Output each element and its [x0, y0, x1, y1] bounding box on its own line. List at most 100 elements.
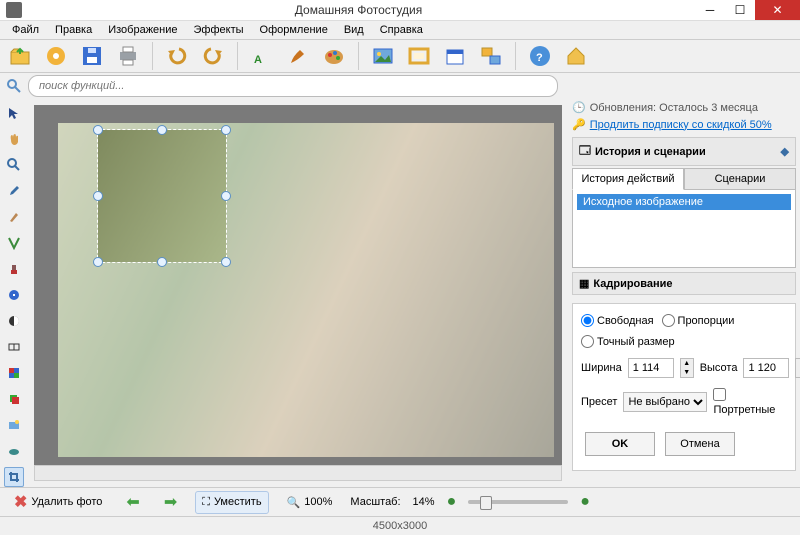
crop-handle-br[interactable] — [221, 257, 231, 267]
scale-value: 14% — [413, 496, 435, 508]
help-icon[interactable]: ? — [524, 40, 556, 72]
pencil-tool-icon[interactable] — [4, 233, 24, 253]
height-label: Высота — [700, 362, 738, 374]
canvas[interactable] — [34, 105, 562, 465]
crop-handle-bl[interactable] — [93, 257, 103, 267]
save-icon[interactable] — [76, 40, 108, 72]
redo-icon[interactable] — [197, 40, 229, 72]
zoom-out-button[interactable]: ● — [447, 493, 457, 511]
gradient-tool-icon[interactable] — [4, 311, 24, 331]
shape-tool-icon[interactable] — [4, 285, 24, 305]
delete-photo-button[interactable]: ✖ Удалить фото — [8, 488, 108, 516]
height-spinner[interactable]: ▲▼ — [795, 358, 800, 378]
eraser-tool-icon[interactable] — [4, 441, 24, 461]
height-input[interactable] — [743, 358, 789, 378]
tool-sidebar — [0, 99, 28, 487]
mode-proportions[interactable]: Пропорции — [662, 314, 735, 327]
menu-design[interactable]: Оформление — [252, 21, 336, 39]
tab-scenarios[interactable]: Сценарии — [684, 168, 796, 190]
width-spinner[interactable]: ▲▼ — [680, 358, 694, 378]
preset-select[interactable]: Не выбрано — [623, 392, 707, 412]
image-icon[interactable] — [367, 40, 399, 72]
main-toolbar: A ? — [0, 39, 800, 73]
crop-mode-radios: Свободная Пропорции Точный размер — [581, 314, 787, 348]
crop-tool-icon[interactable] — [4, 467, 24, 487]
key-icon: 🔑 — [572, 118, 586, 131]
cancel-button[interactable]: Отмена — [665, 432, 735, 456]
extend-link[interactable]: Продлить подписку со скидкой 50% — [590, 119, 772, 131]
brush-tool-icon[interactable] — [4, 207, 24, 227]
portrait-checkbox[interactable]: Портретные — [713, 388, 787, 416]
menu-image[interactable]: Изображение — [100, 21, 185, 39]
switch-icon[interactable] — [475, 40, 507, 72]
svg-text:A: A — [254, 54, 262, 66]
curves-tool-icon[interactable] — [4, 363, 24, 383]
crop-selection[interactable] — [97, 129, 227, 263]
zoom-tool-icon[interactable] — [4, 155, 24, 175]
crop-handle-mr[interactable] — [221, 191, 231, 201]
menu-effects[interactable]: Эффекты — [186, 21, 252, 39]
history-icon: 🗔 — [579, 142, 591, 161]
title-bar: Домашняя Фотостудия ─ ☐ ✕ — [0, 0, 800, 21]
levels-tool-icon[interactable] — [4, 337, 24, 357]
minimize-button[interactable]: ─ — [695, 0, 725, 20]
arrow-left-icon: ⬅ — [126, 492, 139, 512]
history-item[interactable]: Исходное изображение — [577, 194, 791, 210]
width-label: Ширина — [581, 362, 622, 374]
prev-button[interactable]: ⬅ — [120, 488, 145, 516]
mode-exact[interactable]: Точный размер — [581, 335, 675, 348]
zoom100-button[interactable]: 🔍 100% — [281, 492, 339, 513]
search-row — [0, 73, 800, 99]
menu-file[interactable]: Файл — [4, 21, 47, 39]
close-button[interactable]: ✕ — [755, 0, 800, 20]
frame-icon[interactable] — [403, 40, 435, 72]
menu-edit[interactable]: Правка — [47, 21, 100, 39]
crop-handle-tm[interactable] — [157, 125, 167, 135]
brush-icon[interactable] — [282, 40, 314, 72]
zoom-slider[interactable] — [468, 500, 568, 504]
photo-image — [58, 123, 554, 457]
mode-free[interactable]: Свободная — [581, 314, 654, 327]
menu-help[interactable]: Справка — [372, 21, 431, 39]
crop-icon: ▦ — [579, 277, 589, 290]
delete-icon: ✖ — [14, 492, 27, 512]
scale-label: Масштаб: — [350, 496, 400, 508]
layers-tool-icon[interactable] — [4, 389, 24, 409]
palette-icon[interactable] — [318, 40, 350, 72]
print-icon[interactable] — [112, 40, 144, 72]
crop-buttons: OK Отмена — [581, 432, 787, 456]
crop-handle-tl[interactable] — [93, 125, 103, 135]
width-input[interactable] — [628, 358, 674, 378]
next-button[interactable]: ➡ — [158, 488, 183, 516]
history-panel-title: История и сценарии — [595, 146, 706, 158]
crop-handle-ml[interactable] — [93, 191, 103, 201]
stamp-tool-icon[interactable] — [4, 259, 24, 279]
ok-button[interactable]: OK — [585, 432, 655, 456]
zoom-in-button[interactable]: ● — [580, 493, 590, 511]
pointer-tool-icon[interactable] — [4, 103, 24, 123]
overlay-tool-icon[interactable] — [4, 415, 24, 435]
undo-icon[interactable] — [161, 40, 193, 72]
crop-handle-bm[interactable] — [157, 257, 167, 267]
app-icon — [6, 2, 22, 18]
tab-history[interactable]: История действий — [572, 168, 684, 190]
hand-tool-icon[interactable] — [4, 129, 24, 149]
maximize-button[interactable]: ☐ — [725, 0, 755, 20]
settings-icon[interactable] — [40, 40, 72, 72]
eyedrop-tool-icon[interactable] — [4, 181, 24, 201]
menu-bar: Файл Правка Изображение Эффекты Оформлен… — [0, 21, 800, 39]
collapse-icon[interactable]: ◆ — [781, 145, 789, 158]
updates-line1: 🕒 Обновления: Осталось 3 месяца — [572, 99, 796, 116]
fit-button[interactable]: ⛶ Уместить — [195, 491, 268, 514]
window-title: Домашняя Фотостудия — [22, 3, 695, 17]
bottom-bar: ✖ Удалить фото ⬅ ➡ ⛶ Уместить 🔍 100% Мас… — [0, 487, 800, 516]
home-icon[interactable] — [560, 40, 592, 72]
menu-view[interactable]: Вид — [336, 21, 372, 39]
search-input[interactable] — [28, 75, 558, 97]
open-icon[interactable] — [4, 40, 36, 72]
history-list[interactable]: Исходное изображение — [572, 190, 796, 268]
text-icon[interactable]: A — [246, 40, 278, 72]
crop-handle-tr[interactable] — [221, 125, 231, 135]
horizontal-scrollbar[interactable] — [34, 465, 562, 481]
calendar-icon[interactable] — [439, 40, 471, 72]
